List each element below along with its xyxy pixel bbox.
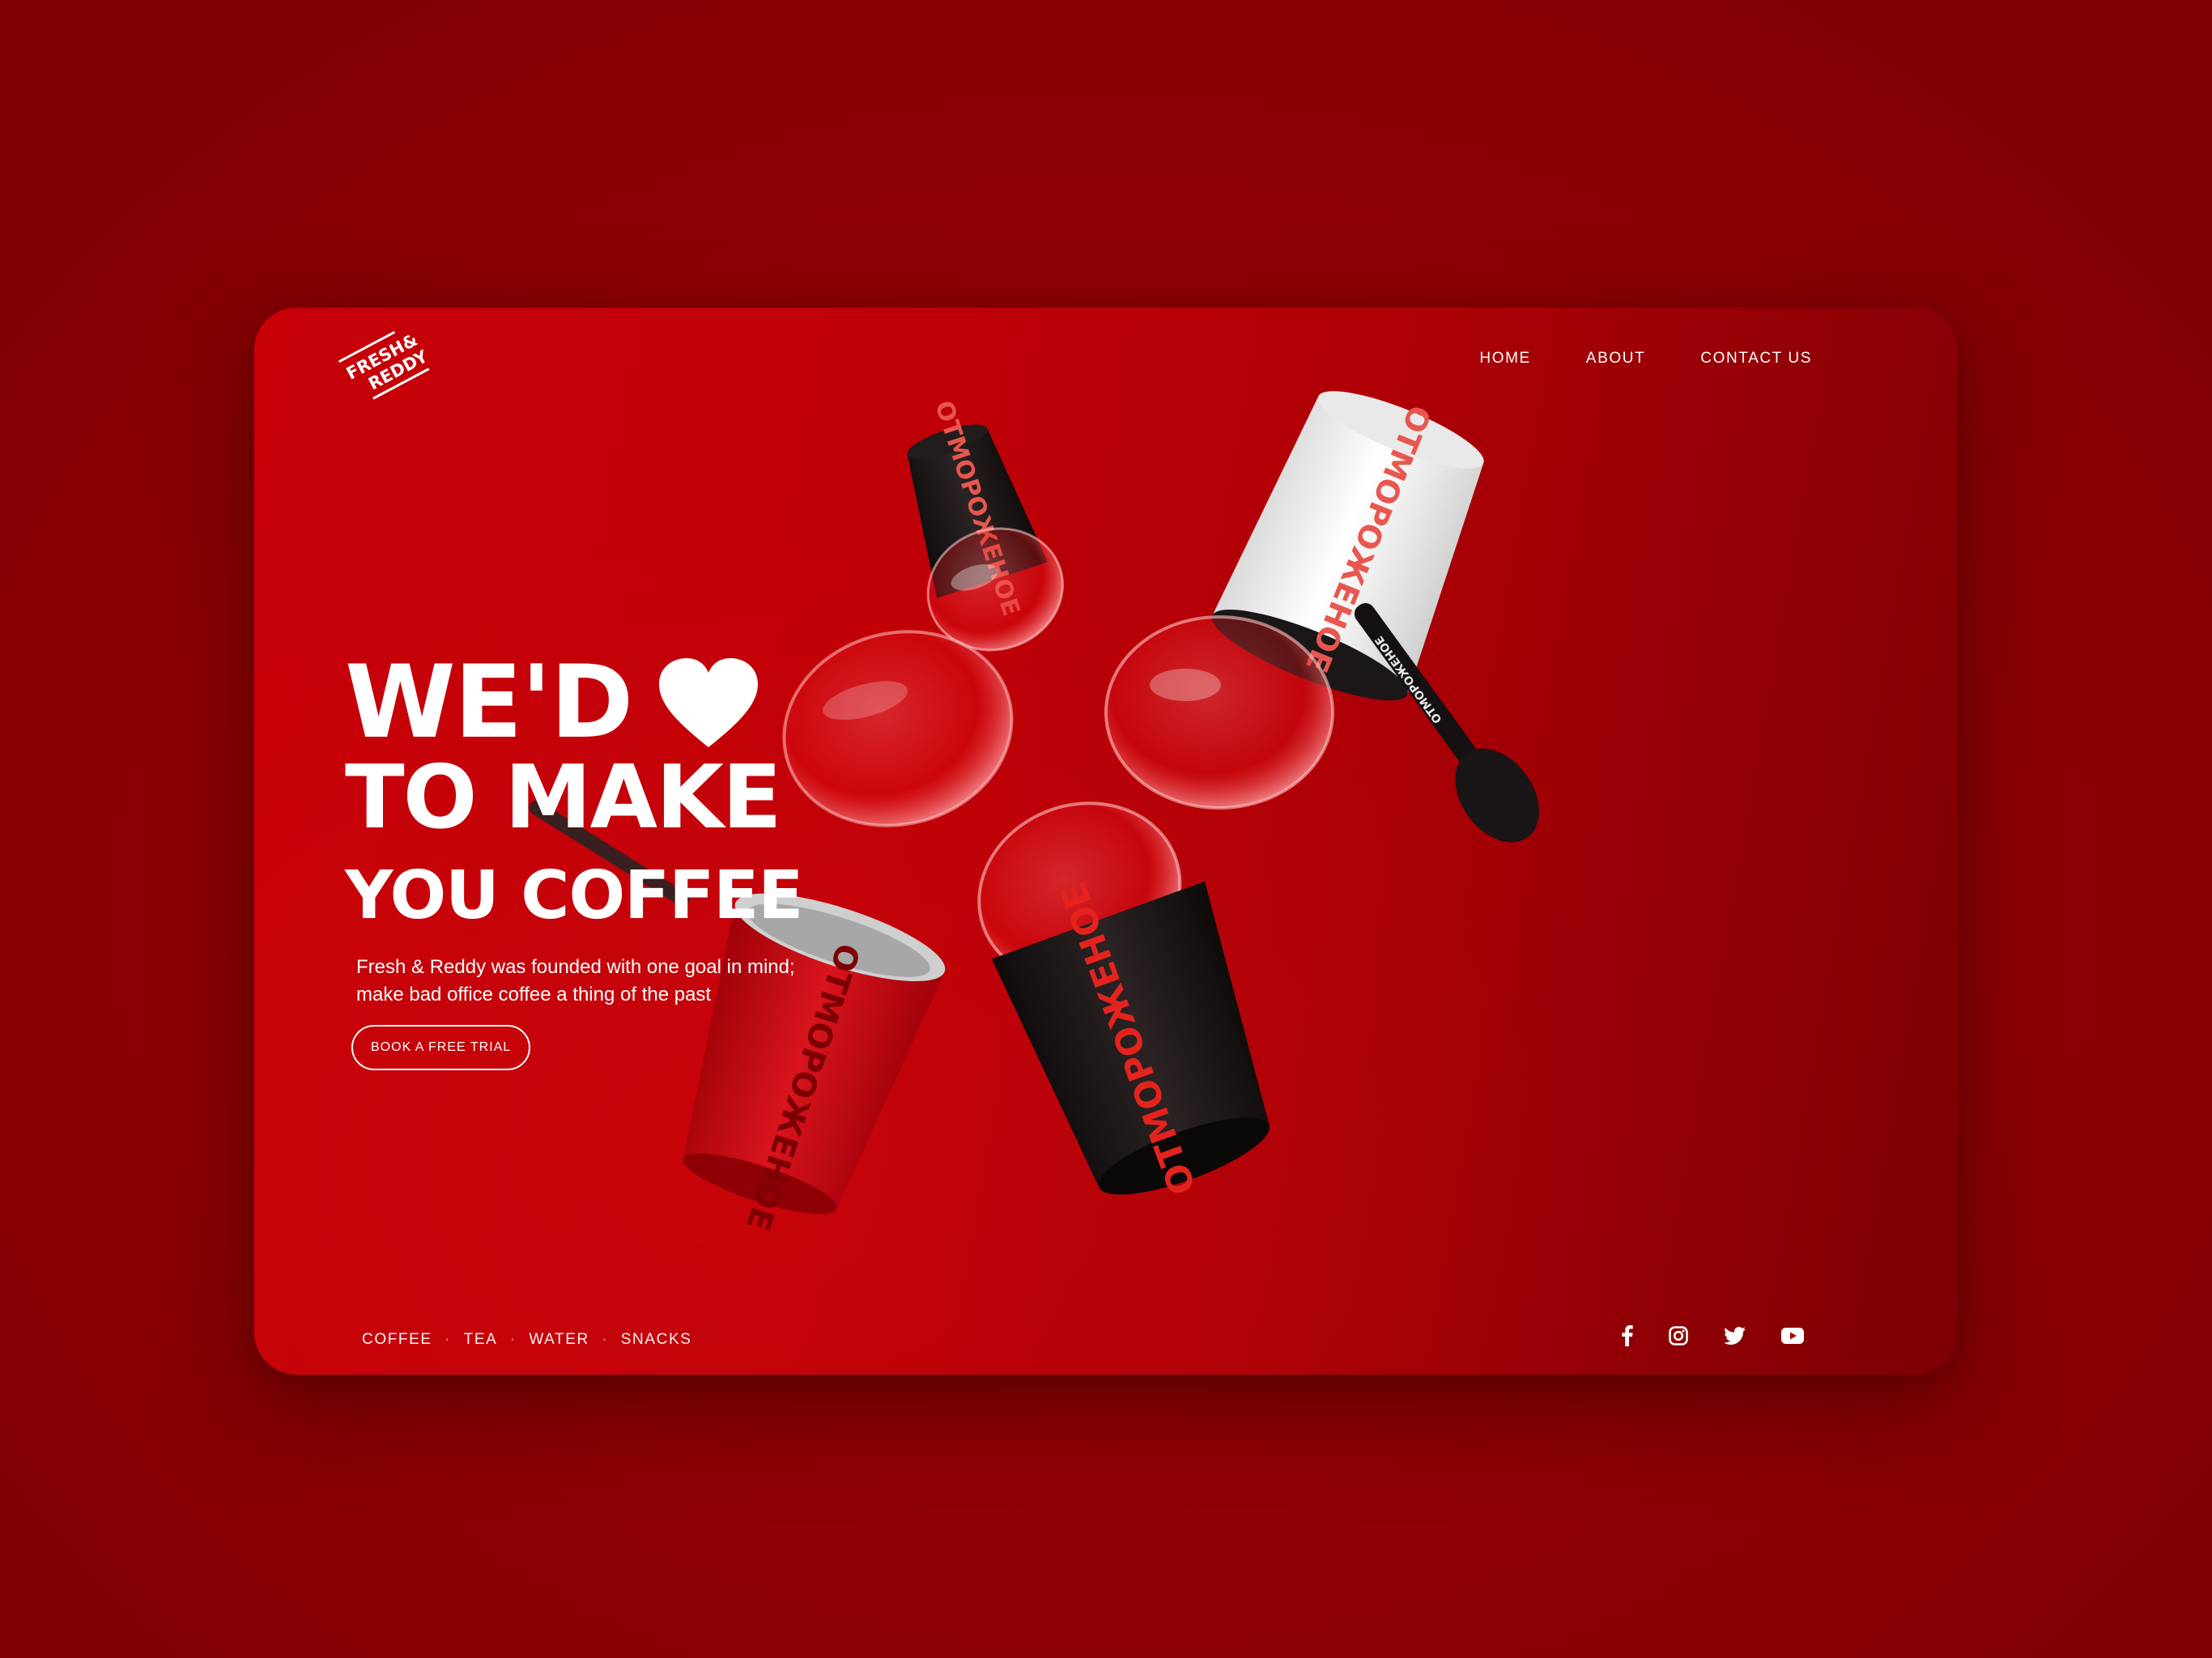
- twitter-icon[interactable]: [1724, 1327, 1746, 1349]
- main-nav: HOME ABOUT CONTACT US: [1479, 350, 1812, 368]
- facebook-icon[interactable]: [1622, 1325, 1633, 1350]
- large-cup-print: ОТМОРОЖЕНОЕ: [1053, 877, 1205, 1200]
- hero-tagline: Fresh & Reddy was founded with one goal …: [356, 954, 810, 1009]
- category-water[interactable]: WATER: [529, 1331, 589, 1349]
- book-free-trial-button[interactable]: BOOK A FREE TRIAL: [351, 1025, 531, 1070]
- page-background: FRESH& REDDY HOME ABOUT CONTACT US ОТМОР…: [0, 0, 2212, 1658]
- white-cup-print: ОТМОРОЖЕНОЕ: [1299, 401, 1438, 678]
- nav-contact-us[interactable]: CONTACT US: [1700, 350, 1812, 368]
- large-black-cup: ОТМОРОЖЕНОЕ: [977, 801, 1270, 1200]
- category-separator: ·: [602, 1333, 608, 1346]
- category-separator: ·: [510, 1333, 517, 1346]
- instagram-icon[interactable]: [1669, 1326, 1688, 1350]
- white-cup: ОТМОРОЖЕНОЕ: [1211, 391, 1484, 701]
- headline-line-1: WE'D: [345, 653, 810, 753]
- headline-line-2: TO MAKE: [345, 747, 782, 848]
- social-links: [1622, 1325, 1804, 1350]
- hero-section: WE'D TO MAKE YOU COFFEE Fresh & Reddy wa…: [345, 653, 810, 1070]
- category-separator: ·: [445, 1333, 451, 1346]
- heart-icon: [656, 655, 761, 750]
- spoon-right: ОТМОРОЖЕНОЕ: [1354, 603, 1539, 843]
- hero-card: FRESH& REDDY HOME ABOUT CONTACT US ОТМОР…: [254, 308, 1958, 1375]
- nav-about[interactable]: ABOUT: [1586, 350, 1645, 368]
- headline-line-3: YOU COFFEE: [345, 857, 803, 934]
- spoon-print: ОТМОРОЖЕНОЕ: [1373, 633, 1445, 725]
- small-black-cup: ОТМОРОЖЕНОЕ: [907, 397, 1064, 652]
- category-links: COFFEE · TEA · WATER · SNACKS: [362, 1331, 691, 1349]
- brand-logo[interactable]: FRESH& REDDY: [335, 322, 432, 411]
- category-coffee[interactable]: COFFEE: [362, 1331, 432, 1349]
- headline-text-1: WE'D: [345, 644, 633, 761]
- tagline-line-2: make bad office coffee a thing of the pa…: [356, 984, 712, 1005]
- tagline-line-1: Fresh & Reddy was founded with one goal …: [356, 956, 795, 978]
- dome-lid-right: [1104, 615, 1334, 810]
- category-tea[interactable]: TEA: [464, 1331, 498, 1349]
- youtube-icon[interactable]: [1781, 1328, 1804, 1348]
- nav-home[interactable]: HOME: [1479, 350, 1530, 368]
- category-snacks[interactable]: SNACKS: [621, 1331, 692, 1349]
- small-cup-print: ОТМОРОЖЕНОЕ: [929, 397, 1025, 619]
